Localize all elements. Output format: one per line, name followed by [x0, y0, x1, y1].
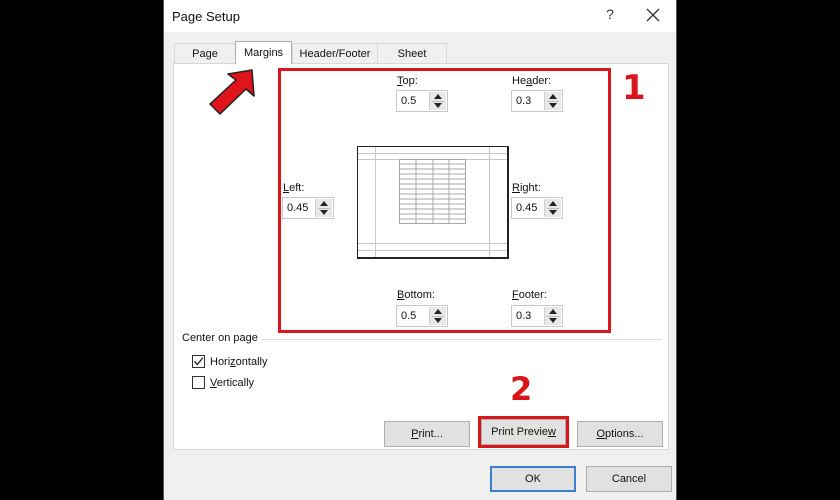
spin-arrows[interactable]: [429, 307, 446, 325]
left-margin-spinner[interactable]: 0.45: [282, 197, 334, 219]
spin-down-icon[interactable]: [549, 210, 557, 215]
spin-down-icon[interactable]: [434, 318, 442, 323]
spin-up-icon[interactable]: [549, 309, 557, 314]
tab-header-footer[interactable]: Header/Footer: [292, 43, 378, 63]
bottom-margin-spinner[interactable]: 0.5: [396, 305, 448, 327]
spin-up-icon[interactable]: [320, 201, 328, 206]
step-1-label: 1: [622, 68, 646, 108]
checkmark-icon: [194, 357, 204, 366]
bottom-margin-value[interactable]: 0.5: [401, 310, 416, 322]
header-margin-spinner[interactable]: 0.3: [511, 90, 563, 112]
spin-arrows[interactable]: [315, 199, 332, 217]
right-margin-value[interactable]: 0.45: [516, 202, 537, 214]
annotation-arrow-icon: [209, 69, 255, 115]
footer-margin-spinner[interactable]: 0.3: [511, 305, 563, 327]
left-label: Left:: [283, 182, 305, 194]
header-label: Header:: [512, 75, 552, 87]
spin-arrows[interactable]: [544, 307, 561, 325]
page-preview: [357, 146, 509, 259]
spin-down-icon[interactable]: [320, 210, 328, 215]
vertically-checkbox[interactable]: [192, 376, 205, 389]
bottom-label: Bottom:: [397, 289, 435, 301]
help-button[interactable]: ?: [602, 6, 618, 26]
table-preview-icon: [399, 159, 466, 224]
spin-down-icon[interactable]: [434, 103, 442, 108]
spin-up-icon[interactable]: [434, 309, 442, 314]
options-button[interactable]: Options...: [577, 421, 663, 447]
spin-arrows[interactable]: [429, 92, 446, 110]
close-button[interactable]: [642, 4, 664, 26]
footer-label: Footer:: [512, 289, 547, 301]
tab-sheet[interactable]: Sheet: [377, 43, 447, 63]
cancel-button[interactable]: Cancel: [586, 466, 672, 492]
spin-up-icon[interactable]: [549, 94, 557, 99]
footer-margin-value[interactable]: 0.3: [516, 310, 531, 322]
dialog-title: Page Setup: [172, 9, 240, 24]
spin-arrows[interactable]: [544, 92, 561, 110]
spin-down-icon[interactable]: [549, 318, 557, 323]
spin-arrows[interactable]: [544, 199, 561, 217]
top-margin-value[interactable]: 0.5: [401, 95, 416, 107]
group-divider: [262, 339, 662, 340]
horizontally-checkbox[interactable]: [192, 355, 205, 368]
close-icon: [646, 8, 660, 22]
title-bar: Page Setup ?: [164, 0, 676, 32]
spin-up-icon[interactable]: [434, 94, 442, 99]
center-on-page-label: Center on page: [182, 332, 258, 344]
right-margin-spinner[interactable]: 0.45: [511, 197, 563, 219]
header-margin-value[interactable]: 0.3: [516, 95, 531, 107]
print-preview-button[interactable]: Print Preview: [481, 419, 566, 445]
top-margin-spinner[interactable]: 0.5: [396, 90, 448, 112]
ok-button[interactable]: OK: [490, 466, 576, 492]
page-setup-dialog: Page Setup ? Page Margins Header/Footer …: [163, 0, 677, 500]
horizontally-label[interactable]: Horizontally: [210, 356, 267, 368]
left-margin-value[interactable]: 0.45: [287, 202, 308, 214]
top-label: Top:: [397, 75, 418, 87]
step-2-label: 2: [510, 370, 533, 408]
spin-up-icon[interactable]: [549, 201, 557, 206]
right-label: Right:: [512, 182, 541, 194]
tab-margins[interactable]: Margins: [235, 41, 292, 64]
spin-down-icon[interactable]: [549, 103, 557, 108]
tab-page[interactable]: Page: [174, 43, 236, 63]
print-button[interactable]: Print...: [384, 421, 470, 447]
vertically-label[interactable]: Vertically: [210, 377, 254, 389]
margins-panel: 1 Top: 0.5 Header: 0.3 Left: 0.45 Right:…: [173, 63, 669, 450]
